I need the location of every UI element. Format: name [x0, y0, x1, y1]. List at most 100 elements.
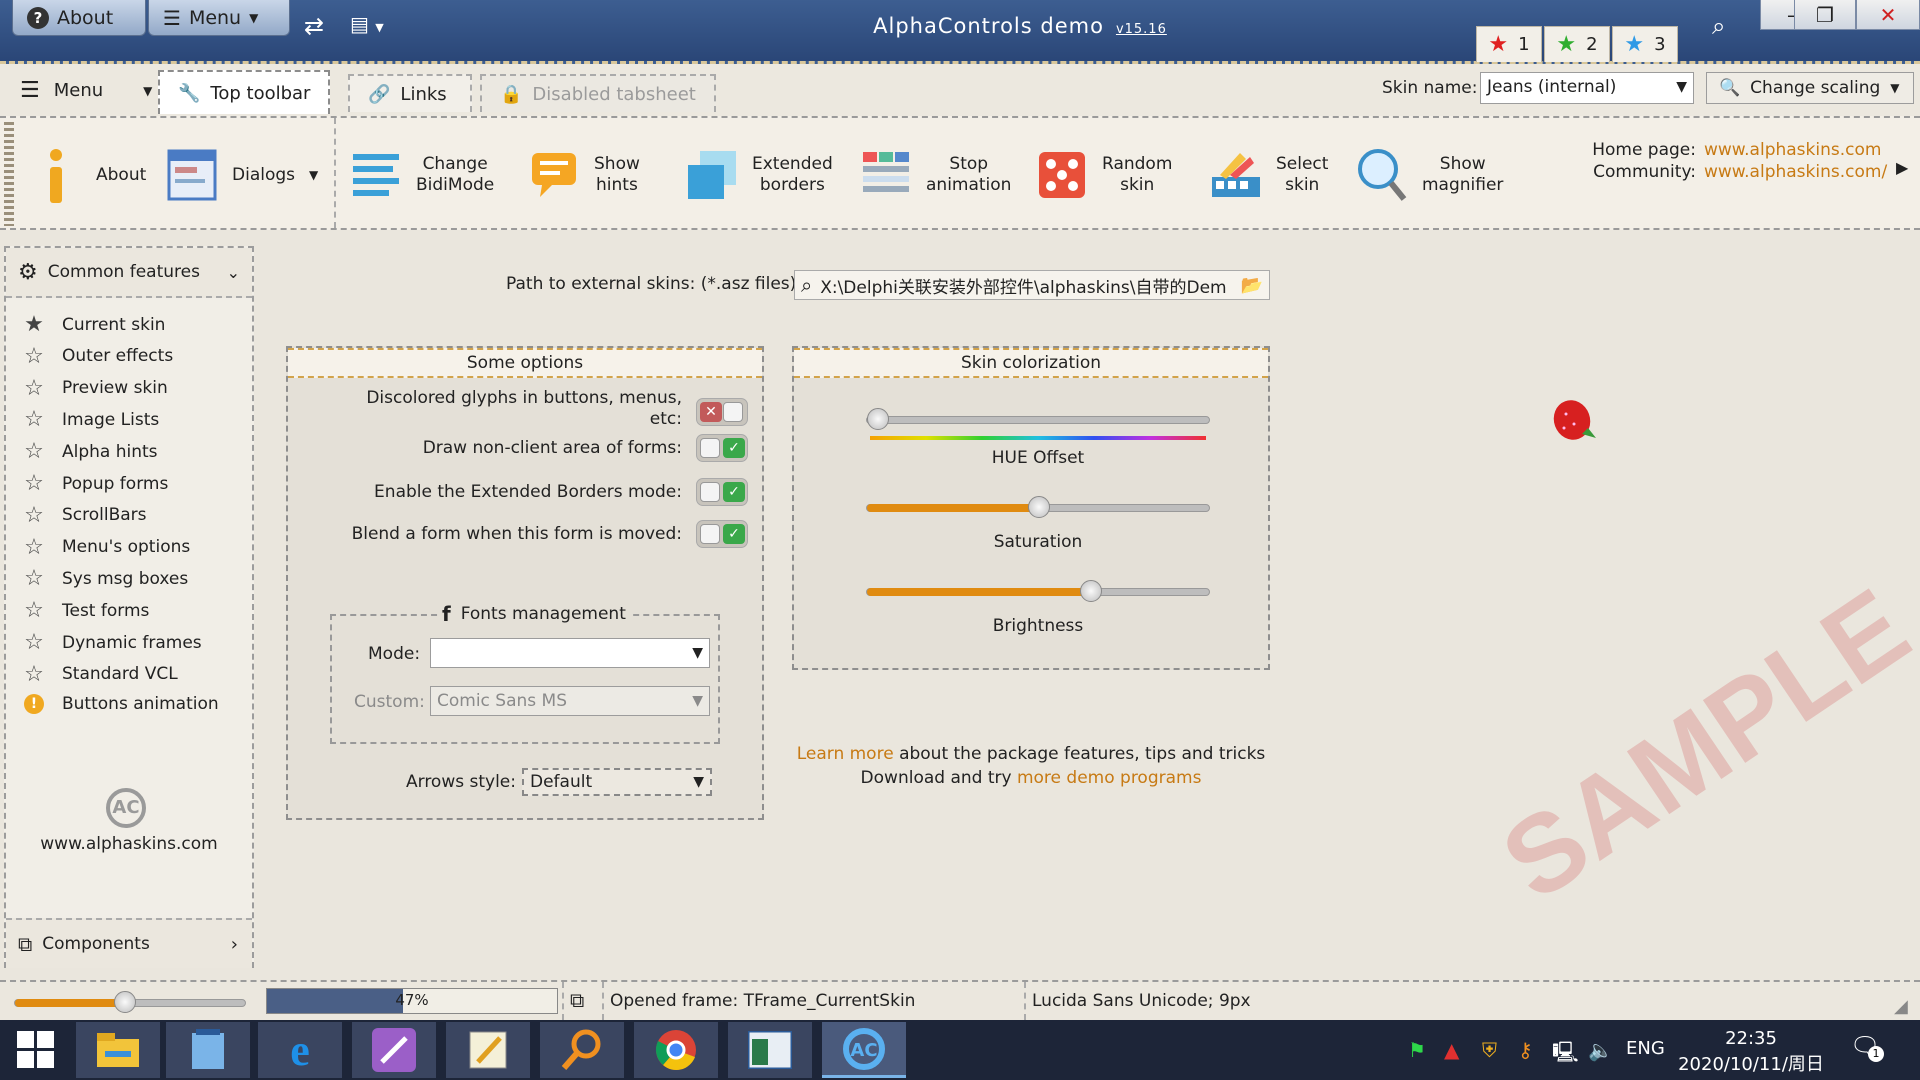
search-app-icon[interactable] — [540, 1022, 624, 1078]
select-skin-button[interactable]: Select skin — [1210, 140, 1328, 210]
windows-start-icon[interactable] — [0, 1022, 72, 1078]
tab-menu-button[interactable]: ☰ Menu ▼ — [20, 78, 152, 103]
stop-animation-button[interactable]: Stop animation — [860, 140, 1011, 210]
toolbar-about-button[interactable]: About — [30, 140, 146, 210]
hint-bubble-icon — [528, 145, 580, 205]
resize-grip-icon[interactable]: ◢ — [1894, 996, 1908, 1017]
sidebar-item-preview-skin[interactable]: ☆ Preview skin — [22, 376, 168, 401]
some-options-panel: Some options Discolored glyphs in button… — [286, 346, 764, 820]
show-magnifier-button[interactable]: Show magnifier — [1356, 140, 1503, 210]
network-tray-icon[interactable]: 🖳 — [1552, 1038, 1579, 1072]
star-icon: ☆ — [24, 471, 44, 496]
menu-button[interactable]: ☰ Menu ▼ — [148, 0, 290, 36]
language-indicator[interactable]: ENG — [1626, 1038, 1665, 1059]
saturation-slider[interactable] — [866, 496, 1210, 518]
sidebar-footer-components[interactable]: ⧉ Components › — [6, 918, 252, 968]
option-toggle[interactable]: ✓ — [696, 434, 748, 462]
option-toggle[interactable]: ✕ — [696, 398, 748, 426]
status-separator — [562, 982, 564, 1020]
home-page-link[interactable]: www.alphaskins.com — [1704, 140, 1881, 160]
saturation-slider-knob[interactable] — [1028, 496, 1050, 518]
restore-button[interactable]: ❐ — [1794, 0, 1856, 30]
window-app-icon[interactable] — [728, 1022, 812, 1078]
key-tray-icon[interactable]: ⚷ — [1518, 1038, 1533, 1062]
star-tab-3[interactable]: ★ 3 — [1612, 26, 1678, 62]
file-explorer-icon[interactable] — [76, 1022, 160, 1078]
star-icon: ☆ — [24, 375, 44, 401]
sidebar-item-buttons-animation[interactable]: ! Buttons animation — [22, 693, 219, 714]
sample-watermark: SAMPLE — [1481, 565, 1920, 924]
sidebar-item-sys-msg-boxes[interactable]: ☆ Sys msg boxes — [22, 566, 188, 591]
random-skin-button[interactable]: Random skin — [1036, 140, 1172, 210]
toolbar-dialogs-button[interactable]: Dialogs ▼ — [166, 140, 318, 210]
option-toggle[interactable]: ✓ — [696, 478, 748, 506]
volume-tray-icon[interactable]: 🔈 — [1588, 1038, 1613, 1062]
sidebar-item-popup-forms[interactable]: ☆ Popup forms — [22, 471, 168, 496]
version-link[interactable]: v15.16 — [1116, 22, 1167, 37]
flag-tray-icon[interactable]: ⚑ — [1408, 1038, 1426, 1062]
star-tab-2[interactable]: ★ 2 — [1544, 26, 1610, 62]
hue-slider[interactable] — [866, 408, 1210, 430]
list-view-icon[interactable]: ▤ ▼ — [350, 12, 384, 36]
tab-links[interactable]: 🔗 Links — [348, 74, 472, 112]
notification-center-icon[interactable]: 🗨 1 — [1850, 1032, 1884, 1066]
sidebar-header-common-features[interactable]: ⚙ Common features ⌄ — [6, 248, 252, 298]
onenote-app-icon[interactable] — [352, 1022, 436, 1078]
community-link[interactable]: www.alphaskins.com/ — [1704, 162, 1887, 182]
more-demo-programs-link[interactable]: more demo programs — [1017, 768, 1201, 788]
option-toggle[interactable]: ✓ — [696, 520, 748, 548]
hue-slider-knob[interactable] — [867, 408, 889, 430]
sidebar-item-dynamic-frames[interactable]: ☆ Dynamic frames — [22, 630, 202, 655]
sidebar-header-label: Common features — [47, 262, 200, 282]
close-button[interactable]: ✕ — [1856, 0, 1920, 30]
sidebar-item-menu-s-options[interactable]: ☆ Menu's options — [22, 535, 190, 560]
sidebar-item-scrollbars[interactable]: ☆ ScrollBars — [22, 503, 146, 528]
notepad-pencil-icon[interactable] — [446, 1022, 530, 1078]
clock[interactable]: 22:35 2020/10/11/周日 — [1676, 1026, 1826, 1078]
show-hints-button[interactable]: Show hints — [528, 140, 640, 210]
extended-borders-button[interactable]: Extended borders — [686, 140, 833, 210]
about-button[interactable]: ? About — [12, 0, 146, 36]
learn-more-link[interactable]: Learn more — [797, 744, 894, 764]
notepad-app-icon[interactable] — [166, 1022, 250, 1078]
sidebar-item-image-lists[interactable]: ☆ Image Lists — [22, 407, 159, 432]
chevron-down-icon: ⌄ — [226, 262, 240, 282]
change-scaling-button[interactable]: 🔍 Change scaling ▼ — [1706, 72, 1914, 104]
strawberry-icon — [1550, 394, 1600, 449]
sidebar-item-test-forms[interactable]: ☆ Test forms — [22, 598, 149, 623]
hamburger-icon: ☰ — [163, 5, 181, 30]
arrows-style-select[interactable]: Default ▼ — [522, 768, 712, 796]
sidebar-item-outer-effects[interactable]: ☆ Outer effects — [22, 344, 173, 369]
brightness-slider[interactable] — [866, 580, 1210, 602]
sidebar-item-alpha-hints[interactable]: ☆ Alpha hints — [22, 439, 157, 464]
search-icon[interactable]: ⌕ — [1712, 12, 1725, 40]
font-status-text: Lucida Sans Unicode; 9px — [1032, 991, 1251, 1011]
app-tray-icon[interactable]: ▲ — [1444, 1038, 1459, 1062]
sidebar-item-standard-vcl[interactable]: ☆ Standard VCL — [22, 662, 178, 687]
chevron-down-icon: ▼ — [1890, 81, 1900, 95]
sidebar-item-current-skin[interactable]: ★ Current skin — [22, 312, 165, 337]
folder-icon[interactable]: 📂 — [1241, 275, 1263, 296]
sidebar-site-text[interactable]: www.alphaskins.com — [6, 834, 252, 854]
status-slider[interactable] — [14, 991, 246, 1013]
toolbar-grip[interactable] — [4, 122, 14, 226]
swap-icon[interactable]: ⇄ — [304, 12, 324, 40]
mode-select[interactable]: ▼ — [430, 638, 710, 668]
search-icon: ⌕ — [801, 273, 813, 297]
status-slider-knob[interactable] — [113, 991, 136, 1013]
star-icon: ☆ — [24, 598, 44, 624]
change-bidimode-button[interactable]: Change BidiMode — [350, 140, 494, 210]
path-input[interactable]: ⌕ X:\Delphi关联安装外部控件\alphaskins\自带的Dem 📂 — [794, 270, 1270, 300]
brightness-slider-knob[interactable] — [1079, 580, 1102, 602]
tab-top-toolbar[interactable]: 🔧 Top toolbar — [158, 70, 331, 114]
chrome-browser-icon[interactable] — [634, 1022, 718, 1078]
zoom-icon: 🔍 — [1719, 78, 1741, 98]
alphacontrols-demo-taskbar-icon[interactable]: AC — [822, 1022, 906, 1078]
skin-name-select[interactable]: Jeans (internal) ▼ — [1480, 72, 1694, 104]
chevron-right-icon[interactable]: ▶ — [1896, 158, 1908, 177]
shield-tray-icon[interactable]: ⛨ — [1482, 1038, 1497, 1062]
edge-browser-icon[interactable]: e — [258, 1022, 342, 1078]
star-tab-1[interactable]: ★ 1 — [1476, 26, 1542, 62]
custom-label: Custom: — [354, 692, 425, 712]
arrows-style-value: Default — [530, 772, 593, 792]
